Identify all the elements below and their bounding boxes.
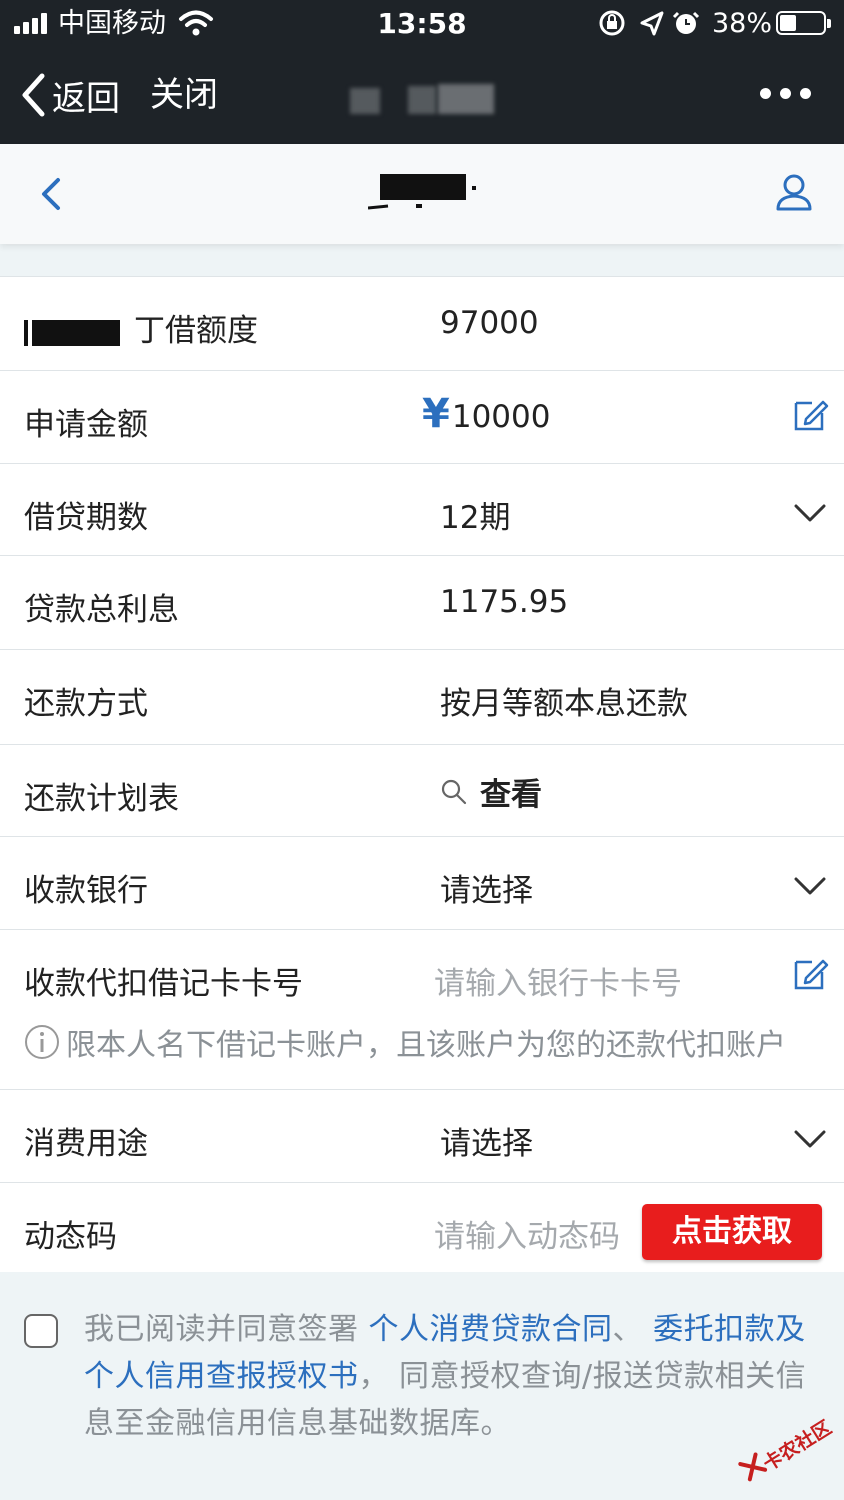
agreement-text: 我已阅读并同意签署 个人消费贷款合同、 委托扣款及个人信用查报授权书， 同意授权… <box>84 1312 807 1441</box>
browser-nav-bar: 返回 关闭 <box>0 48 844 144</box>
battery-icon <box>776 11 831 35</box>
total-interest-value: 1175.95 <box>440 584 569 620</box>
rotation-lock-icon <box>599 10 625 36</box>
get-code-button[interactable]: 点击获取 <box>642 1204 822 1260</box>
receiving-bank-label: 收款银行 <box>24 873 148 909</box>
dynamic-code-input[interactable]: 请输入动态码 <box>434 1211 620 1256</box>
chevron-down-icon[interactable] <box>790 867 830 907</box>
agree-checkbox[interactable] <box>24 1314 58 1348</box>
receiving-bank-row[interactable]: 收款银行 请选择 <box>0 837 844 930</box>
apply-amount-row[interactable]: 申请金额 ¥10000 <box>0 371 844 464</box>
battery-percent: 38% <box>712 8 773 39</box>
back-arrow-icon[interactable] <box>36 174 66 214</box>
chevron-left-icon <box>22 73 45 117</box>
credit-limit-value: 97000 <box>440 305 539 341</box>
user-icon[interactable] <box>774 172 814 212</box>
total-interest-label: 贷款总利息 <box>24 592 179 628</box>
back-button[interactable]: 返回 <box>20 70 120 120</box>
more-menu-button[interactable] <box>760 88 811 99</box>
repay-schedule-label: 还款计划表 <box>24 781 179 817</box>
debit-card-row: 收款代扣借记卡卡号 请输入银行卡卡号 限本人名下借记卡账户，且该账户为您的还款代… <box>0 930 844 1090</box>
repay-method-row: 还款方式 按月等额本息还款 <box>0 650 844 745</box>
edit-icon[interactable] <box>790 954 830 994</box>
dynamic-code-row: 动态码 请输入动态码 点击获取 <box>0 1183 844 1277</box>
purpose-select[interactable]: 请选择 <box>440 1118 533 1163</box>
edit-icon[interactable] <box>790 395 830 435</box>
credit-limit-row: 丁借额度 97000 <box>0 277 844 371</box>
loan-term-label: 借贷期数 <box>24 500 148 536</box>
info-icon <box>25 1025 59 1059</box>
loan-form: 丁借额度 97000 申请金额 ¥10000 借贷期数 12期 贷款总利息 11… <box>0 276 844 1277</box>
search-icon <box>441 779 467 804</box>
status-icons <box>599 10 700 36</box>
loan-term-row[interactable]: 借贷期数 12期 <box>0 464 844 556</box>
close-button[interactable]: 关闭 <box>150 72 218 118</box>
back-label: 返回 <box>52 78 120 119</box>
redacted-title <box>350 80 500 114</box>
location-icon <box>640 11 664 36</box>
repay-method-value: 按月等额本息还款 <box>440 686 688 722</box>
yen-symbol: ¥ <box>422 391 450 437</box>
chevron-down-icon[interactable] <box>790 494 830 534</box>
debit-card-note: 限本人名下借记卡账户，且该账户为您的还款代扣账户 <box>24 1020 786 1064</box>
apply-amount-label: 申请金额 <box>24 407 148 443</box>
chevron-down-icon[interactable] <box>790 1120 830 1160</box>
loan-contract-link[interactable]: 个人消费贷款合同 <box>369 1312 613 1347</box>
status-bar: 中国移动 13:58 38% <box>0 0 844 48</box>
page-header <box>0 144 844 244</box>
dynamic-code-label: 动态码 <box>24 1219 117 1255</box>
apply-amount-value[interactable]: ¥10000 <box>422 391 550 437</box>
debit-card-label: 收款代扣借记卡卡号 <box>24 966 303 1002</box>
purpose-row[interactable]: 消费用途 请选择 <box>0 1090 844 1183</box>
loan-term-value: 12期 <box>440 500 511 536</box>
redacted-page-title <box>368 174 476 210</box>
receiving-bank-select[interactable]: 请选择 <box>440 865 533 910</box>
agreement-section: 我已阅读并同意签署 个人消费贷款合同、 委托扣款及个人信用查报授权书， 同意授权… <box>0 1272 844 1500</box>
redacted-text <box>32 319 120 346</box>
purpose-label: 消费用途 <box>24 1126 148 1162</box>
view-schedule-link[interactable]: 查看 <box>440 769 542 814</box>
repay-schedule-row[interactable]: 还款计划表 查看 <box>0 745 844 837</box>
repay-method-label: 还款方式 <box>24 686 148 722</box>
total-interest-row: 贷款总利息 1175.95 <box>0 556 844 650</box>
debit-card-input[interactable]: 请输入银行卡卡号 <box>434 958 682 1003</box>
alarm-icon <box>672 11 700 34</box>
credit-limit-label: 丁借额度 <box>24 305 258 350</box>
